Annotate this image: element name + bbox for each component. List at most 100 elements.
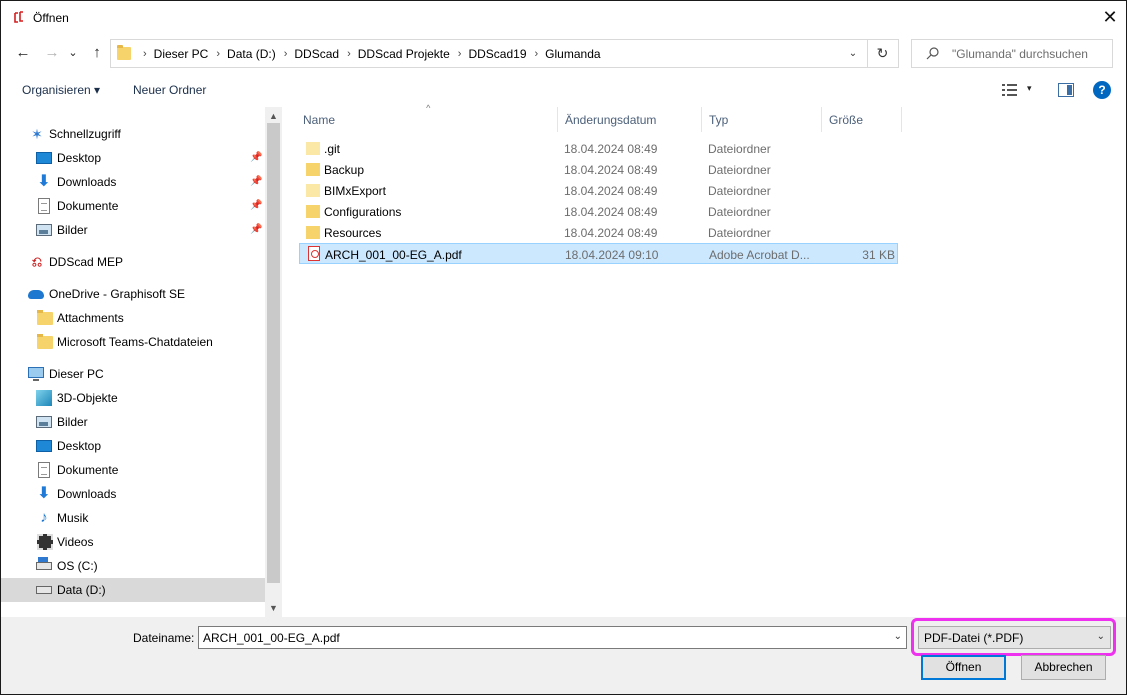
sidebar-item-quick-access[interactable]: ✶ Schnellzugriff [1, 122, 265, 146]
sidebar-item-label: Schnellzugriff [49, 127, 121, 141]
file-type-filter-value: PDF-Datei (*.PDF) [924, 631, 1024, 645]
sidebar-item-label: 3D-Objekte [57, 391, 118, 405]
new-folder-button[interactable]: Neuer Ordner [133, 83, 206, 97]
desktop-icon [36, 440, 52, 452]
preview-pane-icon[interactable] [1058, 83, 1074, 97]
file-type: Dateiordner [708, 226, 771, 240]
pictures-icon [36, 224, 52, 236]
breadcrumb-item[interactable]: DDScad [294, 47, 339, 61]
star-icon: ✶ [31, 126, 43, 142]
file-date: 18.04.2024 08:49 [564, 205, 658, 219]
windows-drive-icon [36, 557, 52, 570]
forward-arrow-icon[interactable]: → [42, 43, 62, 63]
sidebar-item-os-c[interactable]: OS (C:) [1, 554, 265, 578]
sidebar-item-onedrive[interactable]: OneDrive - Graphisoft SE [1, 282, 265, 306]
chevron-down-icon[interactable]: ⌄ [1097, 631, 1105, 642]
sidebar-item-desktop[interactable]: Desktop 📌 [1, 146, 265, 170]
sidebar-item-teams-chat-files[interactable]: Microsoft Teams-Chatdateien [1, 330, 265, 354]
open-button[interactable]: Öffnen [921, 655, 1006, 680]
cancel-button[interactable]: Abbrechen [1021, 655, 1106, 680]
sidebar-scrollbar[interactable]: ▲ ▼ [265, 107, 282, 617]
breadcrumb: › Dieser PC › Data (D:) › DDScad › DDSca… [135, 47, 601, 61]
computer-icon [28, 367, 44, 381]
sidebar-item-music[interactable]: ♪ Musik [1, 506, 265, 530]
file-row[interactable]: Configurations 18.04.2024 08:49 Dateiord… [299, 201, 898, 222]
sidebar-item-documents[interactable]: Dokumente [1, 458, 265, 482]
filename-value[interactable]: ARCH_001_00-EG_A.pdf [203, 631, 340, 645]
column-header-date[interactable]: Änderungsdatum [558, 107, 702, 132]
view-options-icon[interactable] [1002, 83, 1018, 97]
file-name: Backup [324, 163, 365, 177]
file-row[interactable]: .git 18.04.2024 08:49 Dateiordner [299, 138, 898, 159]
column-header-label: Größe [829, 113, 864, 127]
sidebar-item-label: OS (C:) [57, 559, 98, 573]
sidebar-item-downloads[interactable]: ⬇ Downloads 📌 [1, 170, 265, 194]
help-icon[interactable]: ? [1093, 81, 1111, 99]
sidebar-item-videos[interactable]: Videos [1, 530, 265, 554]
download-icon: ⬇ [37, 485, 51, 502]
address-bar[interactable]: › Dieser PC › Data (D:) › DDScad › DDSca… [110, 39, 868, 68]
file-list: Name ^ Änderungsdatum Typ Größe .git 18.… [289, 103, 1126, 617]
breadcrumb-item[interactable]: Data (D:) [227, 47, 276, 61]
sidebar-item-pictures[interactable]: Bilder [1, 410, 265, 434]
sidebar-item-this-pc[interactable]: Dieser PC [1, 362, 265, 386]
sidebar-item-pictures[interactable]: Bilder 📌 [1, 218, 265, 242]
column-header-label: Name [303, 113, 336, 127]
folder-icon [37, 310, 53, 325]
sidebar-item-downloads[interactable]: ⬇ Downloads [1, 482, 265, 506]
back-arrow-icon[interactable]: ← [13, 43, 33, 63]
up-arrow-icon[interactable]: ↑ [87, 43, 107, 63]
breadcrumb-item[interactable]: DDScad Projekte [358, 47, 450, 61]
close-icon[interactable]: ✕ [1100, 7, 1120, 27]
sidebar-item-documents[interactable]: Dokumente 📌 [1, 194, 265, 218]
organize-menu-button[interactable]: Organisieren ▾ [22, 83, 100, 97]
file-row[interactable]: Resources 18.04.2024 08:49 Dateiordner [299, 222, 898, 243]
pin-icon: 📌 [250, 200, 263, 211]
recent-locations-chevron-icon[interactable]: ⌄ [63, 43, 83, 63]
drive-icon [36, 586, 52, 594]
file-date: 18.04.2024 08:49 [564, 226, 658, 240]
file-row-selected[interactable]: ARCH_001_00-EG_A.pdf 18.04.2024 09:10 Ad… [299, 243, 898, 264]
file-row[interactable]: BIMxExport 18.04.2024 08:49 Dateiordner [299, 180, 898, 201]
chevron-down-icon[interactable]: ⌄ [894, 631, 902, 642]
column-header-size[interactable]: Größe [822, 107, 902, 132]
breadcrumb-separator[interactable]: › [458, 48, 462, 60]
breadcrumb-item[interactable]: DDScad19 [468, 47, 526, 61]
file-type-filter-dropdown[interactable]: PDF-Datei (*.PDF) ⌄ [918, 626, 1111, 649]
breadcrumb-separator[interactable]: › [216, 48, 220, 60]
sidebar-item-attachments[interactable]: Attachments [1, 306, 265, 330]
sidebar-item-data-d[interactable]: Data (D:) [1, 578, 265, 602]
folder-icon [306, 142, 320, 155]
file-name: .git [324, 142, 341, 156]
breadcrumb-separator[interactable]: › [347, 48, 351, 60]
column-header-label: Typ [709, 113, 729, 127]
breadcrumb-separator[interactable]: › [284, 48, 288, 60]
sidebar-item-desktop[interactable]: Desktop [1, 434, 265, 458]
sidebar-item-label: Downloads [57, 175, 117, 189]
column-header-name[interactable]: Name ^ [296, 103, 558, 132]
open-file-dialog: Öffnen ✕ ← → ⌄ ↑ › Dieser PC › Data (D:)… [0, 0, 1127, 695]
pdf-file-icon [308, 246, 320, 261]
scroll-down-arrow-icon[interactable]: ▼ [265, 601, 282, 615]
folder-icon [306, 184, 320, 197]
video-icon [37, 534, 53, 550]
scroll-up-arrow-icon[interactable]: ▲ [265, 109, 282, 123]
document-icon [38, 462, 50, 478]
file-date: 18.04.2024 08:49 [564, 163, 658, 177]
column-header-type[interactable]: Typ [702, 107, 822, 132]
sidebar-item-label: Attachments [57, 311, 124, 325]
breadcrumb-separator: › [143, 48, 147, 60]
breadcrumb-item[interactable]: Glumanda [545, 47, 600, 61]
address-history-dropdown-icon[interactable]: ⌄ [844, 46, 862, 62]
sidebar-item-ddscad-mep[interactable]: ⎌ DDScad MEP [1, 250, 265, 274]
breadcrumb-separator[interactable]: › [535, 48, 539, 60]
breadcrumb-item[interactable]: Dieser PC [154, 47, 209, 61]
filename-combobox[interactable]: ARCH_001_00-EG_A.pdf ⌄ [198, 626, 907, 649]
scrollbar-thumb[interactable] [267, 123, 280, 583]
file-row[interactable]: Backup 18.04.2024 08:49 Dateiordner [299, 159, 898, 180]
search-box[interactable]: "Glumanda" durchsuchen [911, 39, 1113, 68]
sidebar-item-label: Dieser PC [49, 367, 104, 381]
refresh-icon[interactable]: ↻ [867, 39, 899, 68]
view-options-dropdown-icon[interactable]: ▾ [1027, 83, 1032, 94]
sidebar-item-3d-objects[interactable]: 3D-Objekte [1, 386, 265, 410]
